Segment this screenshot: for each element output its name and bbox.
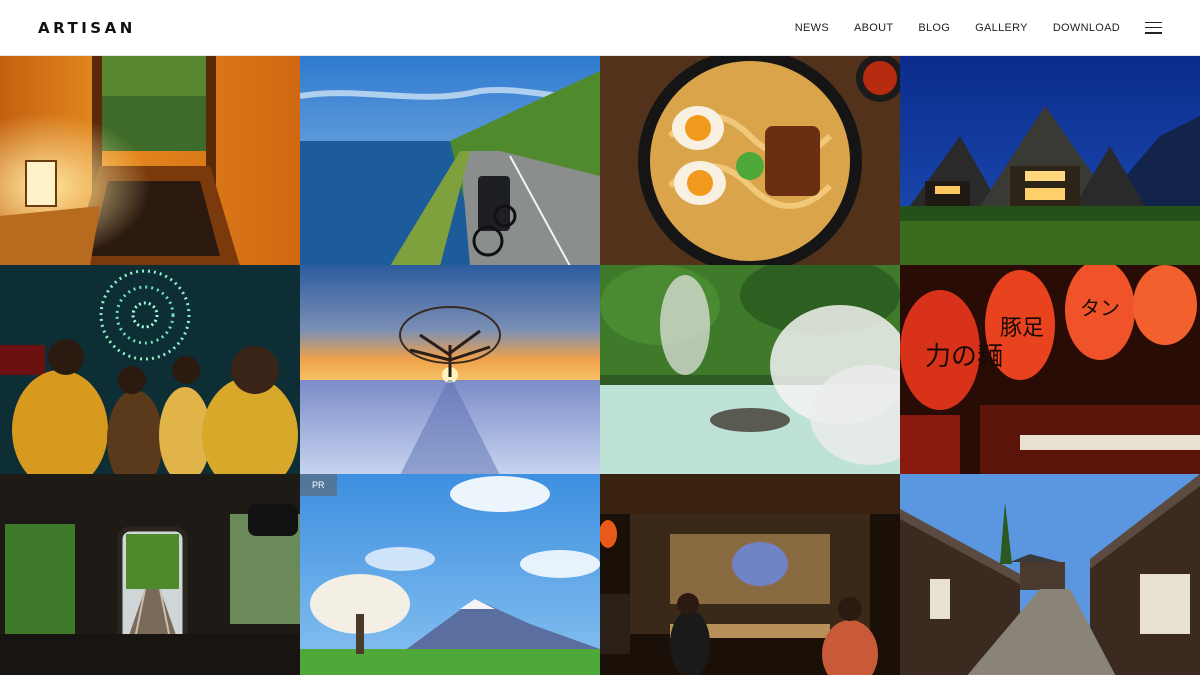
nav-news[interactable]: NEWS [795, 22, 829, 34]
photo-gassho-houses-night[interactable] [900, 56, 1200, 265]
nav-blog[interactable]: BLOG [918, 22, 950, 34]
photo-red-lanterns-izakaya[interactable]: 力の麺 豚足 タン [900, 265, 1200, 474]
photo-lone-tree-sunrise[interactable] [300, 265, 600, 474]
photo-coastal-road-bike[interactable] [300, 56, 600, 265]
photo-cherry-tree-mountain[interactable]: PR [300, 474, 600, 675]
nav-download[interactable]: DOWNLOAD [1053, 22, 1120, 34]
nav-about[interactable]: ABOUT [854, 22, 893, 34]
nav-gallery[interactable]: GALLERY [975, 22, 1028, 34]
lantern-sign-text: タン [1080, 296, 1120, 320]
photo-hot-spring-steam[interactable] [600, 265, 900, 474]
photo-yatai-food-stall[interactable] [600, 474, 900, 675]
site-header: ARTISAN NEWS ABOUT BLOG GALLERY DOWNLOAD [0, 0, 1200, 56]
lantern-sign-text: 豚足 [1000, 316, 1044, 341]
photo-ramen-bowl[interactable] [600, 56, 900, 265]
site-logo[interactable]: ARTISAN [38, 19, 136, 37]
photo-fireworks-yukata[interactable] [0, 265, 300, 474]
photo-train-window[interactable] [0, 474, 300, 675]
lantern-sign-text: 力の麺 [925, 342, 1003, 372]
hamburger-menu-icon[interactable] [1145, 21, 1162, 34]
photo-gallery-grid: 力の麺 豚足 タン PR [0, 56, 1200, 675]
photo-old-town-street[interactable] [900, 474, 1200, 675]
photo-onsen-bath[interactable] [0, 56, 300, 265]
main-nav: NEWS ABOUT BLOG GALLERY DOWNLOAD [795, 22, 1120, 34]
pr-badge: PR [300, 474, 337, 496]
